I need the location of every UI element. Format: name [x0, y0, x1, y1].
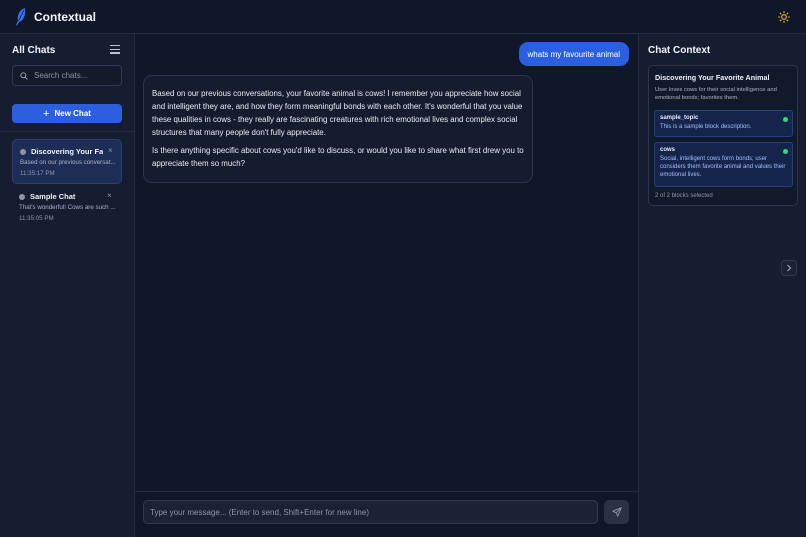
chat-title: Discovering Your Fa...: [31, 147, 103, 156]
divider: [0, 131, 134, 132]
context-block[interactable]: sample_topic This is a sample block desc…: [654, 110, 793, 137]
collapse-panel-button[interactable]: [781, 260, 797, 276]
context-card-description: User loves cows for their social intelli…: [655, 87, 777, 101]
divider: [135, 491, 638, 492]
chat-time: 11:35:17 PM: [20, 170, 55, 177]
search-box[interactable]: [12, 65, 122, 86]
status-dot-icon: [783, 149, 788, 154]
plus-icon: +: [43, 107, 50, 120]
block-description: This is a sample block description.: [660, 124, 752, 130]
assistant-paragraph: Is there anything specific about cows yo…: [152, 146, 524, 168]
send-button[interactable]: [604, 500, 629, 524]
chat-dot-icon: [19, 194, 25, 200]
user-message: whats my favourite animal: [518, 42, 629, 66]
context-card: Discovering Your Favorite Animal User lo…: [648, 65, 798, 206]
chat-title: Sample Chat: [30, 192, 76, 201]
status-dot-icon: [783, 117, 788, 122]
chat-list-item[interactable]: Discovering Your Fa... × Based on our pr…: [12, 139, 122, 184]
menu-icon[interactable]: [110, 45, 120, 54]
chevron-right-icon: [787, 264, 792, 272]
chat-list-item[interactable]: Sample Chat × That's wonderful! Cows are…: [12, 185, 122, 230]
new-chat-label: New Chat: [54, 109, 91, 118]
chat-time: 11:35:05 PM: [19, 215, 54, 222]
feather-logo-icon: [16, 7, 26, 25]
delete-chat-icon[interactable]: ×: [108, 146, 113, 155]
send-icon: [611, 507, 622, 517]
assistant-paragraph: Based on our previous conversations, you…: [152, 89, 523, 137]
selected-count: 2 of 2 blocks selected: [655, 193, 713, 199]
search-input[interactable]: [34, 71, 114, 80]
new-chat-button[interactable]: + New Chat: [12, 104, 122, 123]
block-description: Social, intelligent cows form bonds; use…: [660, 156, 786, 178]
assistant-message: Based on our previous conversations, you…: [143, 75, 533, 183]
chat-preview: That's wonderful! Cows are such ...: [19, 204, 116, 211]
chat-dot-icon: [20, 149, 26, 155]
app-title: Contextual: [34, 9, 97, 24]
block-name: cows: [660, 147, 676, 153]
chat-sidebar: All Chats + New Chat Discovering Your Fa…: [0, 34, 135, 537]
chat-preview: Based on our previous conversat...: [20, 159, 116, 166]
context-panel: Chat Context Discovering Your Favorite A…: [638, 34, 806, 537]
delete-chat-icon[interactable]: ×: [107, 191, 112, 200]
message-input[interactable]: [143, 500, 598, 524]
top-bar: Contextual: [0, 0, 806, 34]
sidebar-title: All Chats: [12, 45, 56, 56]
search-icon: [20, 71, 28, 80]
context-card-title: Discovering Your Favorite Animal: [655, 73, 770, 82]
theme-toggle-sun-icon[interactable]: [776, 9, 792, 25]
context-title: Chat Context: [648, 45, 711, 56]
context-block[interactable]: cows Social, intelligent cows form bonds…: [654, 142, 793, 187]
block-name: sample_topic: [660, 115, 699, 121]
conversation-area: whats my favourite animal Based on our p…: [135, 34, 638, 537]
